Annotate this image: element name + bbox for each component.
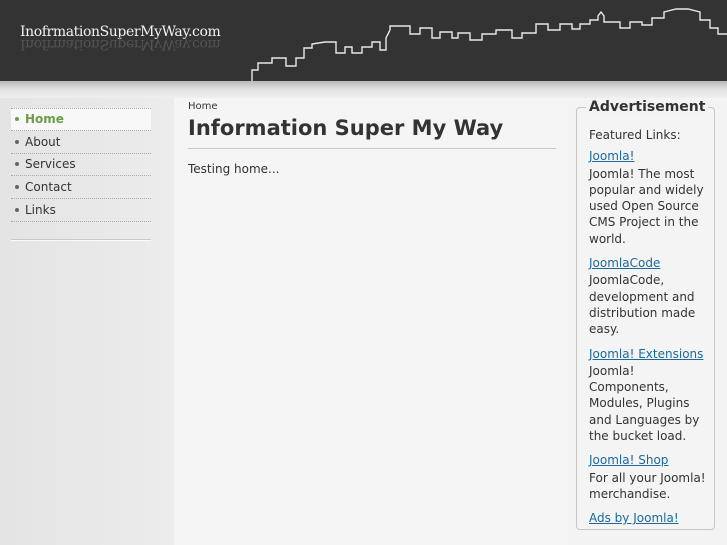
- page-title: Information Super My Way: [188, 116, 556, 149]
- ad-item: Joomla! Shop For all your Joomla! mercha…: [589, 452, 709, 502]
- menu-item-label: Contact: [25, 180, 72, 195]
- ad-description: JoomlaCode, development and distribution…: [589, 273, 696, 337]
- advertisement-module: Advertisement Featured Links: Joomla! Jo…: [576, 99, 715, 530]
- menu-item-label: Services: [25, 157, 76, 172]
- site-header: InofrmationSuperMyWay.com InofrmationSup…: [0, 0, 727, 81]
- menu-item-about[interactable]: About: [11, 131, 151, 154]
- ad-item: Joomla! Joomla! The most popular and wid…: [589, 148, 709, 247]
- menu-item-label: Links: [25, 203, 56, 218]
- menu-item-home[interactable]: Home: [11, 108, 151, 131]
- main-content: Home Information Super My Way Testing ho…: [174, 98, 568, 545]
- menu-item-label: Home: [25, 112, 64, 127]
- ad-description: Joomla! The most popular and widely used…: [589, 166, 704, 246]
- main-menu: Home About Services Contact Links: [11, 108, 151, 222]
- ad-description: For all your Joomla! merchandise.: [589, 470, 706, 501]
- menu-item-label: About: [25, 134, 61, 149]
- bullet-icon: [15, 117, 19, 122]
- advertisement-content: Featured Links: Joomla! Joomla! The most…: [589, 127, 709, 528]
- bullet-icon: [15, 185, 19, 190]
- menu-item-contact[interactable]: Contact: [11, 176, 151, 200]
- featured-links-label: Featured Links:: [589, 128, 681, 142]
- ad-description: Joomla! Components, Modules, Plugins and…: [589, 363, 700, 444]
- menu-item-links[interactable]: Links: [11, 199, 151, 222]
- advertisement-heading: Advertisement: [586, 99, 709, 115]
- bullet-icon: [15, 208, 19, 213]
- ad-link-joomlacode[interactable]: JoomlaCode: [589, 255, 660, 271]
- bullet-icon: [15, 139, 19, 144]
- ad-item: JoomlaCode JoomlaCode, development and d…: [589, 255, 709, 337]
- right-sidebar: Advertisement Featured Links: Joomla! Jo…: [568, 98, 727, 545]
- page-body-text: Testing home...: [188, 162, 280, 176]
- ad-link-joomla[interactable]: Joomla!: [589, 148, 634, 164]
- header-shadow: [0, 81, 727, 98]
- ad-link-joomla-extensions[interactable]: Joomla! Extensions: [589, 346, 703, 362]
- ad-link-joomla-shop[interactable]: Joomla! Shop: [589, 452, 668, 468]
- menu-item-services[interactable]: Services: [11, 154, 151, 177]
- ad-item: Joomla! Extensions Joomla! Components, M…: [589, 346, 709, 445]
- city-skyline-graphic: [251, 8, 727, 81]
- bullet-icon: [15, 162, 19, 167]
- menu-divider: [11, 239, 151, 241]
- left-sidebar: Home About Services Contact Links: [0, 98, 174, 545]
- ads-by-joomla-link[interactable]: Ads by Joomla!: [589, 510, 679, 526]
- breadcrumb: Home: [188, 101, 218, 112]
